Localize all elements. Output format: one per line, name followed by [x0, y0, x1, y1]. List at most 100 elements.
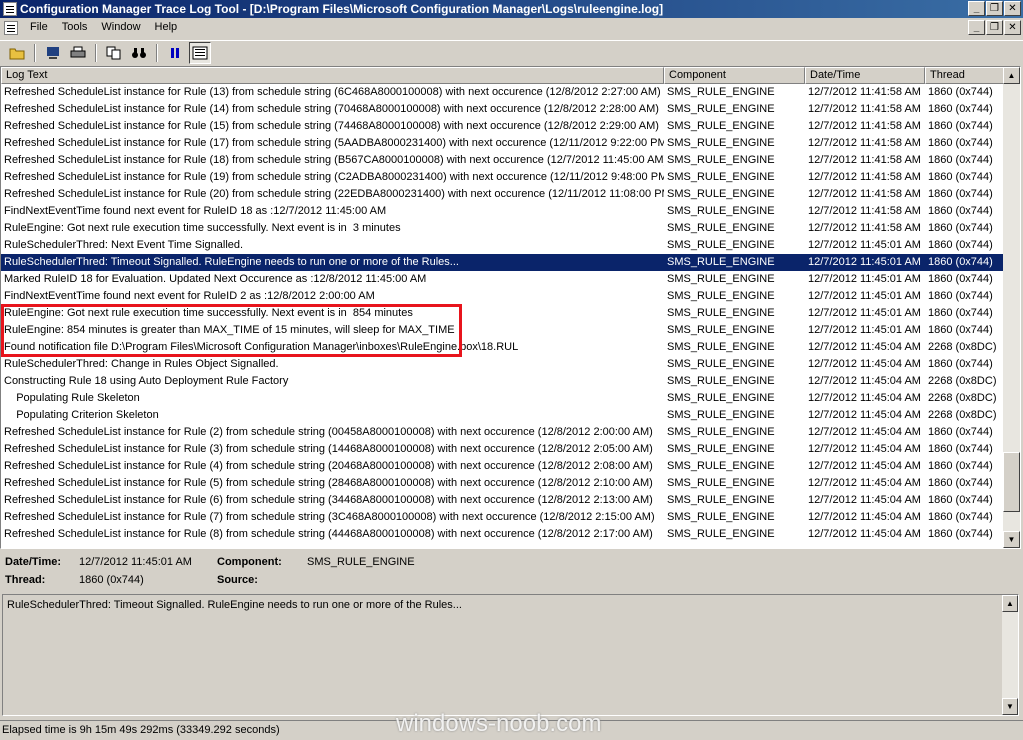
thread-value: 1860 (0x744) — [79, 574, 144, 586]
log-row[interactable]: RuleEngine: 854 minutes is greater than … — [1, 322, 1005, 339]
window-title: Configuration Manager Trace Log Tool - [… — [20, 2, 664, 16]
copy-icon[interactable] — [103, 42, 125, 64]
log-row[interactable]: Marked RuleID 18 for Evaluation. Updated… — [1, 271, 1005, 288]
log-text-cell: Refreshed ScheduleList instance for Rule… — [4, 103, 659, 115]
document-icon[interactable] — [4, 20, 18, 35]
log-row[interactable]: Constructing Rule 18 using Auto Deployme… — [1, 373, 1005, 390]
log-text-cell: Refreshed ScheduleList instance for Rule… — [4, 86, 661, 98]
log-row[interactable]: Refreshed ScheduleList instance for Rule… — [1, 475, 1005, 492]
column-log-text[interactable]: Log Text — [1, 67, 664, 84]
datetime-cell: 12/7/2012 11:45:01 AM — [808, 324, 921, 336]
thread-cell: 1860 (0x744) — [928, 120, 993, 132]
toolbar-separator — [156, 43, 158, 62]
pause-icon[interactable] — [164, 42, 186, 64]
log-row[interactable]: Refreshed ScheduleList instance for Rule… — [1, 492, 1005, 509]
log-row[interactable]: RuleEngine: Got next rule execution time… — [1, 305, 1005, 322]
datetime-cell: 12/7/2012 11:41:58 AM — [808, 86, 921, 98]
log-list[interactable]: Log Text Component Date/Time Thread Refr… — [0, 66, 1021, 549]
menu-tools[interactable]: Tools — [55, 18, 95, 37]
log-row[interactable]: Refreshed ScheduleList instance for Rule… — [1, 458, 1005, 475]
status-text: Elapsed time is 9h 15m 49s 292ms (33349.… — [2, 724, 280, 736]
column-datetime[interactable]: Date/Time — [805, 67, 925, 84]
close-icon[interactable]: ✕ — [1004, 1, 1021, 16]
datetime-cell: 12/7/2012 11:45:04 AM — [808, 494, 921, 506]
app-icon — [3, 2, 17, 16]
log-text-cell: RuleSchedulerThred: Change in Rules Obje… — [4, 358, 279, 370]
log-row[interactable]: RuleEngine: Got next rule execution time… — [1, 220, 1005, 237]
component-cell: SMS_RULE_ENGINE — [667, 205, 775, 217]
column-thread[interactable]: Thread — [925, 67, 1005, 84]
log-row[interactable]: RuleSchedulerThred: Timeout Signalled. R… — [1, 254, 1005, 271]
vertical-scrollbar[interactable]: ▲ ▼ — [1003, 67, 1020, 548]
log-row[interactable]: Refreshed ScheduleList instance for Rule… — [1, 118, 1005, 135]
print-icon[interactable] — [67, 42, 89, 64]
log-row[interactable]: Refreshed ScheduleList instance for Rule… — [1, 135, 1005, 152]
log-row[interactable]: Refreshed ScheduleList instance for Rule… — [1, 441, 1005, 458]
log-text-cell: Found notification file D:\Program Files… — [4, 341, 519, 353]
log-row[interactable]: FindNextEventTime found next event for R… — [1, 203, 1005, 220]
log-row[interactable]: Refreshed ScheduleList instance for Rule… — [1, 101, 1005, 118]
log-row[interactable]: Refreshed ScheduleList instance for Rule… — [1, 152, 1005, 169]
datetime-value: 12/7/2012 11:45:01 AM — [79, 556, 192, 568]
component-cell: SMS_RULE_ENGINE — [667, 443, 775, 455]
log-row[interactable]: Refreshed ScheduleList instance for Rule… — [1, 186, 1005, 203]
datetime-cell: 12/7/2012 11:41:58 AM — [808, 120, 921, 132]
datetime-cell: 12/7/2012 11:45:04 AM — [808, 528, 921, 540]
menu-window[interactable]: Window — [94, 18, 147, 37]
log-text-cell: Refreshed ScheduleList instance for Rule… — [4, 137, 664, 149]
restore-icon[interactable]: ❐ — [986, 1, 1003, 16]
component-cell: SMS_RULE_ENGINE — [667, 154, 775, 166]
toolbar-separator — [95, 43, 97, 62]
thread-cell: 1860 (0x744) — [928, 137, 993, 149]
thread-cell: 1860 (0x744) — [928, 511, 993, 523]
thread-cell: 1860 (0x744) — [928, 103, 993, 115]
minimize-icon[interactable]: _ — [968, 1, 985, 16]
component-cell: SMS_RULE_ENGINE — [667, 341, 775, 353]
datetime-cell: 12/7/2012 11:41:58 AM — [808, 171, 921, 183]
thread-cell: 1860 (0x744) — [928, 443, 993, 455]
component-cell: SMS_RULE_ENGINE — [667, 188, 775, 200]
scroll-down-icon[interactable]: ▼ — [1003, 531, 1020, 548]
log-text-cell: RuleSchedulerThred: Timeout Signalled. R… — [4, 256, 459, 268]
component-cell: SMS_RULE_ENGINE — [667, 273, 775, 285]
menu-file[interactable]: File — [23, 18, 55, 37]
menu-help[interactable]: Help — [148, 18, 185, 37]
thread-cell: 2268 (0x8DC) — [928, 409, 997, 421]
log-row[interactable]: Refreshed ScheduleList instance for Rule… — [1, 509, 1005, 526]
log-row[interactable]: Refreshed ScheduleList instance for Rule… — [1, 424, 1005, 441]
print-preview-icon[interactable] — [42, 42, 64, 64]
scroll-thumb[interactable] — [1003, 452, 1020, 512]
log-row[interactable]: RuleSchedulerThred: Next Event Time Sign… — [1, 237, 1005, 254]
datetime-cell: 12/7/2012 11:41:58 AM — [808, 222, 921, 234]
thread-cell: 2268 (0x8DC) — [928, 341, 997, 353]
find-icon[interactable] — [128, 42, 150, 64]
log-text-cell: Populating Criterion Skeleton — [4, 409, 159, 421]
component-cell: SMS_RULE_ENGINE — [667, 409, 775, 421]
message-scroll-up-icon[interactable]: ▲ — [1002, 595, 1018, 612]
scroll-up-icon[interactable]: ▲ — [1003, 67, 1020, 84]
open-icon[interactable] — [6, 42, 28, 64]
component-cell: SMS_RULE_ENGINE — [667, 120, 775, 132]
thread-cell: 1860 (0x744) — [928, 307, 993, 319]
doc-minimize-icon[interactable]: _ — [968, 20, 985, 35]
log-row[interactable]: FindNextEventTime found next event for R… — [1, 288, 1005, 305]
toolbar — [0, 40, 1023, 64]
highlight-icon[interactable] — [189, 41, 211, 64]
log-row[interactable]: Refreshed ScheduleList instance for Rule… — [1, 526, 1005, 543]
log-row[interactable]: Found notification file D:\Program Files… — [1, 339, 1005, 356]
log-row[interactable]: Refreshed ScheduleList instance for Rule… — [1, 169, 1005, 186]
component-cell: SMS_RULE_ENGINE — [667, 460, 775, 472]
watermark: windows-noob.com — [396, 710, 602, 737]
message-scrollbar[interactable]: ▲ ▼ — [1002, 595, 1018, 715]
component-cell: SMS_RULE_ENGINE — [667, 222, 775, 234]
log-row[interactable]: RuleSchedulerThred: Change in Rules Obje… — [1, 356, 1005, 373]
log-row[interactable]: Populating Criterion Skeleton SMS_RULE_EN… — [1, 407, 1005, 424]
component-cell: SMS_RULE_ENGINE — [667, 494, 775, 506]
doc-restore-icon[interactable]: ❐ — [986, 20, 1003, 35]
log-row[interactable]: Populating Rule Skeleton SMS_RULE_ENGINE 1… — [1, 390, 1005, 407]
message-pane[interactable]: RuleSchedulerThred: Timeout Signalled. R… — [2, 594, 1019, 716]
doc-close-icon[interactable]: ✕ — [1004, 20, 1021, 35]
column-component[interactable]: Component — [664, 67, 805, 84]
log-row[interactable]: Refreshed ScheduleList instance for Rule… — [1, 84, 1005, 101]
message-scroll-down-icon[interactable]: ▼ — [1002, 698, 1018, 715]
